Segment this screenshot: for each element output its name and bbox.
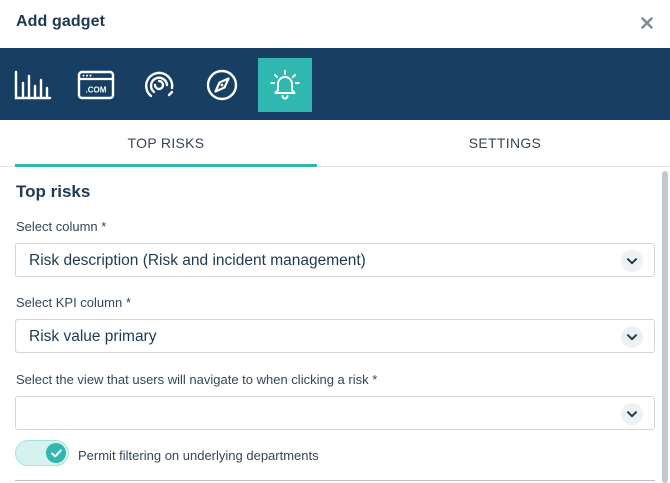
chevron-down-icon (621, 250, 643, 272)
gadget-gauge-button[interactable] (132, 58, 186, 112)
chevron-down-icon (621, 403, 643, 425)
close-icon (641, 17, 653, 29)
close-button[interactable] (636, 12, 658, 34)
top-risks-form: Top risks Select column * Risk descripti… (0, 167, 660, 483)
content-scrollbar[interactable] (660, 167, 670, 483)
select-column-value: Risk description (Risk and incident mana… (29, 252, 366, 269)
check-icon (50, 448, 62, 457)
gadget-web-button[interactable]: .COM (69, 58, 123, 112)
permit-filtering-toggle[interactable] (15, 440, 69, 466)
add-gadget-dialog: Add gadget .COM TOP RISKS SETTINGS Top r… (0, 0, 670, 483)
select-column-dropdown[interactable]: Risk description (Risk and incident mana… (15, 243, 655, 277)
select-navigate-view-label: Select the view that users will navigate… (16, 372, 378, 387)
dialog-header: Add gadget (0, 0, 670, 48)
gadget-type-toolbar: .COM (0, 48, 670, 120)
toggle-knob (46, 443, 66, 463)
bar-chart-icon (14, 70, 52, 100)
gadget-bar-chart-button[interactable] (6, 58, 60, 112)
section-title: Top risks (16, 182, 91, 201)
tab-top-risks[interactable]: TOP RISKS (15, 120, 317, 166)
scrollbar-thumb[interactable] (662, 171, 668, 483)
bell-alert-icon (270, 70, 300, 100)
select-navigate-view-dropdown[interactable] (15, 396, 655, 430)
form-divider (15, 480, 655, 481)
select-kpi-column-dropdown[interactable]: Risk value primary (15, 319, 655, 353)
gadget-compass-button[interactable] (195, 58, 249, 112)
dot-com-icon: .COM (77, 70, 115, 100)
tab-settings[interactable]: SETTINGS (340, 120, 670, 166)
permit-filtering-label: Permit filtering on underlying departmen… (78, 448, 319, 463)
svg-text:.COM: .COM (86, 86, 107, 95)
select-column-label: Select column * (16, 219, 107, 234)
chevron-down-icon (621, 326, 643, 348)
compass-icon (206, 69, 238, 101)
gadget-tabs: TOP RISKS SETTINGS (0, 120, 670, 167)
select-kpi-column-label: Select KPI column * (16, 295, 131, 310)
gadget-top-risks-button[interactable] (258, 58, 312, 112)
dialog-title: Add gadget (16, 13, 105, 30)
select-kpi-column-value: Risk value primary (29, 328, 157, 345)
gauge-icon (144, 71, 174, 98)
